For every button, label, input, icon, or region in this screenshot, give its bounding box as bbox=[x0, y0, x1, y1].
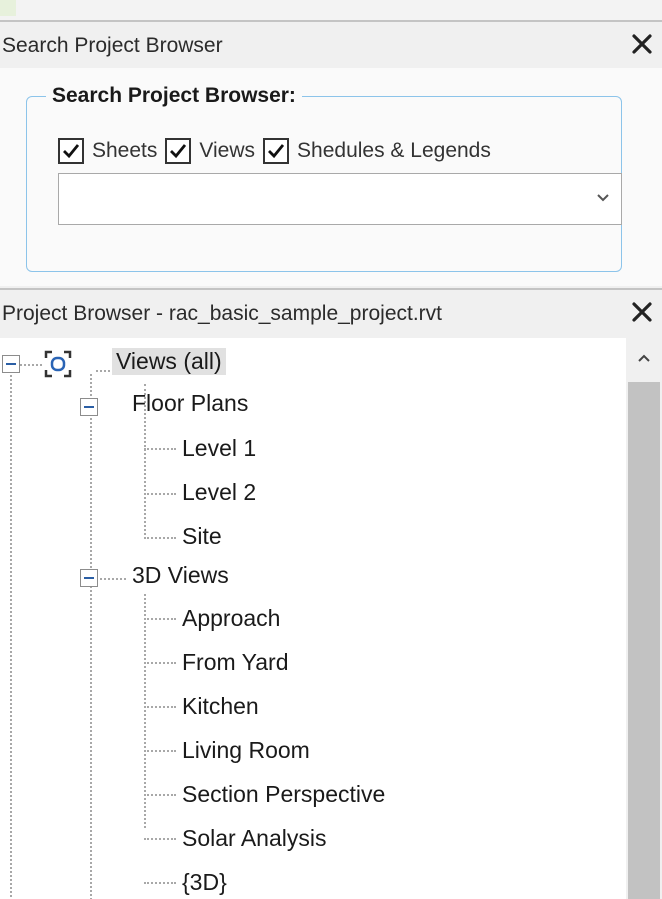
tree-node-kitchen[interactable]: Kitchen bbox=[182, 693, 259, 720]
tree-node-section-perspective[interactable]: Section Perspective bbox=[182, 781, 385, 808]
views-all-collapse-toggle[interactable] bbox=[2, 355, 20, 373]
tree-node-3d-views[interactable]: 3D Views bbox=[132, 562, 229, 589]
close-icon bbox=[632, 302, 652, 322]
project-browser-header: Project Browser - rac_basic_sample_proje… bbox=[0, 292, 662, 336]
tree-line bbox=[144, 448, 176, 450]
search-group-label: Search Project Browser: bbox=[46, 84, 302, 108]
tree-line bbox=[144, 618, 176, 620]
tree-line bbox=[144, 537, 176, 539]
3d-views-collapse-toggle[interactable] bbox=[80, 569, 98, 587]
project-browser-close-button[interactable] bbox=[626, 294, 658, 330]
schedules-legends-checkbox-label: Shedules & Legends bbox=[297, 139, 491, 162]
close-icon bbox=[632, 34, 652, 54]
search-combobox[interactable] bbox=[58, 173, 622, 225]
tree-node-site[interactable]: Site bbox=[182, 523, 222, 550]
views-icon bbox=[44, 350, 72, 378]
tree-node-3d-default[interactable]: {3D} bbox=[182, 869, 227, 896]
schedules-legends-checkbox[interactable]: Shedules & Legends bbox=[263, 138, 491, 164]
project-browser-tree: Views (all) Floor Plans Level 1 Level 2 … bbox=[0, 338, 662, 899]
tree-line bbox=[90, 374, 92, 899]
tree-line bbox=[144, 706, 176, 708]
chevron-down-icon bbox=[597, 194, 609, 202]
tree-line bbox=[144, 594, 146, 828]
search-panel-header: Search Project Browser bbox=[0, 22, 662, 66]
tree-line bbox=[144, 662, 176, 664]
project-browser-title: Project Browser - rac_basic_sample_proje… bbox=[2, 302, 442, 325]
tree-node-solar-analysis[interactable]: Solar Analysis bbox=[182, 825, 326, 852]
check-icon bbox=[263, 138, 290, 164]
tree-node-floor-plans[interactable]: Floor Plans bbox=[132, 390, 248, 417]
tree-line bbox=[144, 794, 176, 796]
tree-node-level-1[interactable]: Level 1 bbox=[182, 435, 256, 462]
sheets-checkbox-label: Sheets bbox=[92, 139, 158, 162]
top-accent bbox=[0, 0, 16, 16]
check-icon bbox=[58, 138, 84, 164]
tree-line bbox=[10, 364, 12, 899]
tree-node-views-all[interactable]: Views (all) bbox=[112, 348, 226, 375]
top-strip bbox=[0, 0, 662, 20]
tree-node-approach[interactable]: Approach bbox=[182, 605, 280, 632]
chevron-up-icon bbox=[638, 354, 650, 362]
search-filter-checkboxes: Sheets Views Shedules & Legends bbox=[58, 134, 499, 168]
search-panel-title: Search Project Browser bbox=[2, 34, 223, 57]
tree-node-level-2[interactable]: Level 2 bbox=[182, 479, 256, 506]
scroll-up-button[interactable] bbox=[626, 338, 662, 378]
tree-line bbox=[144, 750, 176, 752]
tree-line bbox=[144, 493, 176, 495]
tree-line bbox=[20, 364, 42, 366]
tree-node-living-room[interactable]: Living Room bbox=[182, 737, 310, 764]
search-panel-close-button[interactable] bbox=[626, 26, 658, 62]
views-checkbox[interactable]: Views bbox=[165, 138, 255, 164]
scroll-thumb[interactable] bbox=[628, 382, 660, 899]
floor-plans-collapse-toggle[interactable] bbox=[80, 398, 98, 416]
views-checkbox-label: Views bbox=[199, 139, 256, 162]
tree-line bbox=[96, 578, 126, 580]
tree-scrollbar[interactable] bbox=[626, 338, 662, 899]
tree-line bbox=[144, 838, 176, 840]
tree-line bbox=[144, 882, 176, 884]
tree-node-from-yard[interactable]: From Yard bbox=[182, 649, 289, 676]
check-icon bbox=[165, 138, 192, 164]
panel-divider bbox=[0, 288, 662, 290]
sheets-checkbox[interactable]: Sheets bbox=[58, 138, 157, 164]
